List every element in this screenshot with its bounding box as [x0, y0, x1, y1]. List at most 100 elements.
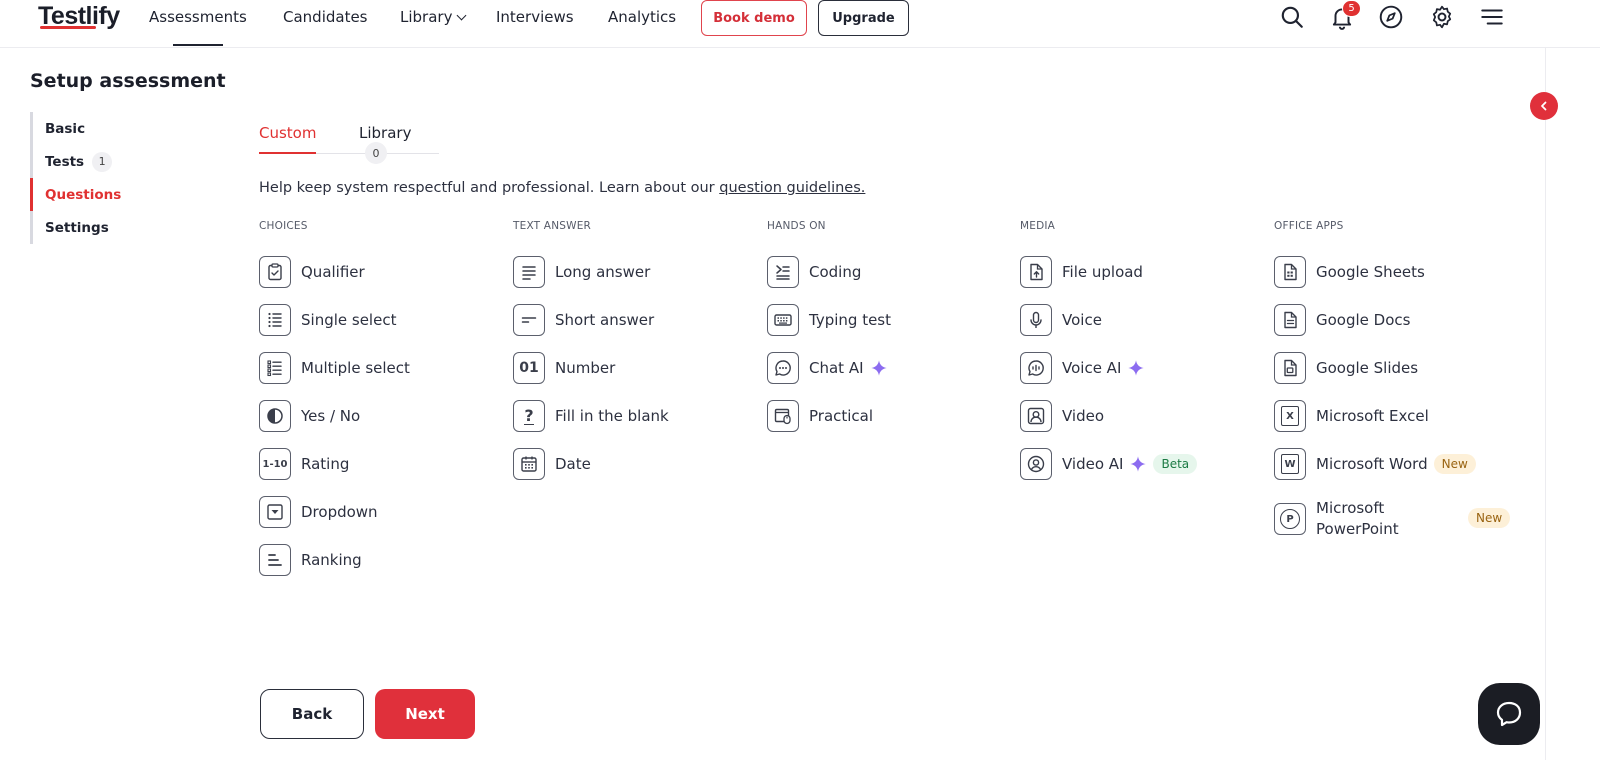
question-type-label: Video [1062, 407, 1105, 425]
excel-icon-text: X [1281, 406, 1299, 426]
question-type-label: Fill in the blank [555, 407, 669, 425]
guidelines-help-text: Help keep system respectful and professi… [259, 180, 865, 196]
question-type-typing-test[interactable]: Typing test [767, 296, 1017, 344]
notification-count-badge: 5 [1342, 0, 1361, 17]
menu-icon[interactable] [1479, 4, 1505, 30]
spreadsheet-icon [1274, 256, 1306, 288]
question-type-label: Number [555, 359, 616, 377]
tab-library[interactable]: Library0 [359, 124, 439, 164]
document-icon [1274, 304, 1306, 336]
checklist-icon [259, 352, 291, 384]
nav-library[interactable]: Library [400, 8, 467, 26]
question-type-label: Date [555, 455, 591, 473]
question-type-label: Rating [301, 455, 350, 473]
back-button[interactable]: Back [260, 689, 364, 739]
logo-underline [40, 26, 96, 29]
question-type-voice-ai[interactable]: Voice AI [1020, 344, 1270, 392]
question-guidelines-link[interactable]: question guidelines. [719, 180, 865, 196]
question-type-google-slides[interactable]: Google Slides [1274, 344, 1524, 392]
book-demo-button[interactable]: Book demo [701, 0, 807, 36]
side-panel-divider [1545, 48, 1546, 760]
question-type-microsoft-powerpoint[interactable]: P Microsoft PowerPoint New [1274, 488, 1524, 550]
help-text: Help keep system respectful and professi… [259, 180, 720, 196]
next-button[interactable]: Next [375, 689, 475, 739]
top-navbar: Testlify Assessments Candidates Library … [0, 0, 1600, 48]
question-type-google-docs[interactable]: Google Docs [1274, 296, 1524, 344]
question-type-short-answer[interactable]: Short answer [513, 296, 763, 344]
question-type-label: Google Docs [1316, 311, 1411, 329]
question-type-ranking[interactable]: Ranking [259, 536, 509, 584]
nav-assessments[interactable]: Assessments [149, 8, 247, 46]
code-terminal-icon [767, 256, 799, 288]
column-hands-on: HANDS ON Coding Typing test Chat AI Prac… [767, 220, 1017, 440]
column-heading: CHOICES [259, 220, 308, 232]
question-type-number[interactable]: 01 Number [513, 344, 763, 392]
question-type-microsoft-excel[interactable]: X Microsoft Excel [1274, 392, 1524, 440]
short-text-icon [513, 304, 545, 336]
nav-library-label: Library [400, 8, 453, 26]
support-chat-button[interactable] [1478, 683, 1540, 745]
question-type-date[interactable]: Date [513, 440, 763, 488]
question-type-video-ai[interactable]: Video AI Beta [1020, 440, 1270, 488]
question-type-label: Voice [1062, 311, 1102, 329]
question-type-label: File upload [1062, 263, 1143, 281]
search-icon[interactable] [1279, 4, 1305, 30]
column-heading: MEDIA [1020, 220, 1056, 232]
file-upload-icon [1020, 256, 1052, 288]
step-count-badge: 1 [92, 151, 113, 172]
gear-icon[interactable] [1429, 4, 1455, 30]
question-type-label: Ranking [301, 551, 362, 569]
question-type-yes-no[interactable]: Yes / No [259, 392, 509, 440]
compass-icon[interactable] [1378, 4, 1404, 30]
question-type-dropdown[interactable]: Dropdown [259, 488, 509, 536]
question-type-label: Yes / No [301, 407, 361, 425]
question-type-single-select[interactable]: Single select [259, 296, 509, 344]
microphone-icon [1020, 304, 1052, 336]
question-type-long-answer[interactable]: Long answer [513, 248, 763, 296]
setup-steps-nav: Basic Tests 1 Questions Settings [30, 112, 180, 244]
rating-icon-text: 1-10 [262, 458, 288, 470]
question-type-fill-blank[interactable]: ? Fill in the blank [513, 392, 763, 440]
step-settings[interactable]: Settings [30, 211, 180, 244]
question-type-label: Video AI [1062, 455, 1124, 473]
column-heading: HANDS ON [767, 220, 826, 232]
word-icon: W [1274, 448, 1306, 480]
step-questions[interactable]: Questions [30, 178, 180, 211]
dropdown-icon [259, 496, 291, 528]
step-tests[interactable]: Tests 1 [30, 145, 180, 178]
chevron-left-icon [1541, 101, 1547, 111]
collapse-panel-button[interactable] [1530, 92, 1558, 120]
chat-icon [1496, 701, 1522, 727]
column-text-answer: TEXT ANSWER Long answer Short answer 01 … [513, 220, 763, 488]
nav-candidates[interactable]: Candidates [283, 8, 368, 26]
question-type-chat-ai[interactable]: Chat AI [767, 344, 1017, 392]
powerpoint-icon: P [1274, 503, 1306, 535]
question-type-google-sheets[interactable]: Google Sheets [1274, 248, 1524, 296]
question-type-microsoft-word[interactable]: W Microsoft Word New [1274, 440, 1524, 488]
question-type-label: Long answer [555, 263, 651, 281]
window-mouse-icon [767, 400, 799, 432]
question-type-coding[interactable]: Coding [767, 248, 1017, 296]
nav-analytics[interactable]: Analytics [608, 8, 676, 26]
question-type-qualifier[interactable]: Qualifier [259, 248, 509, 296]
upgrade-button[interactable]: Upgrade [818, 0, 909, 36]
step-basic[interactable]: Basic [30, 112, 180, 145]
tab-custom[interactable]: Custom [259, 124, 317, 154]
question-type-label: Typing test [809, 311, 891, 329]
beta-badge: Beta [1153, 454, 1198, 474]
question-type-rating[interactable]: 1-10 Rating [259, 440, 509, 488]
question-type-multiple-select[interactable]: Multiple select [259, 344, 509, 392]
nav-interviews[interactable]: Interviews [496, 8, 574, 26]
question-type-file-upload[interactable]: File upload [1020, 248, 1270, 296]
ranking-bars-icon [259, 544, 291, 576]
tab-library-label: Library [359, 124, 412, 142]
half-circle-icon [259, 400, 291, 432]
new-badge: New [1468, 508, 1511, 528]
question-type-video[interactable]: Video [1020, 392, 1270, 440]
library-count-badge: 0 [365, 142, 387, 164]
question-type-label: Google Slides [1316, 359, 1419, 377]
question-type-voice[interactable]: Voice [1020, 296, 1270, 344]
page-title: Setup assessment [30, 70, 226, 92]
question-type-practical[interactable]: Practical [767, 392, 1017, 440]
list-icon [259, 304, 291, 336]
